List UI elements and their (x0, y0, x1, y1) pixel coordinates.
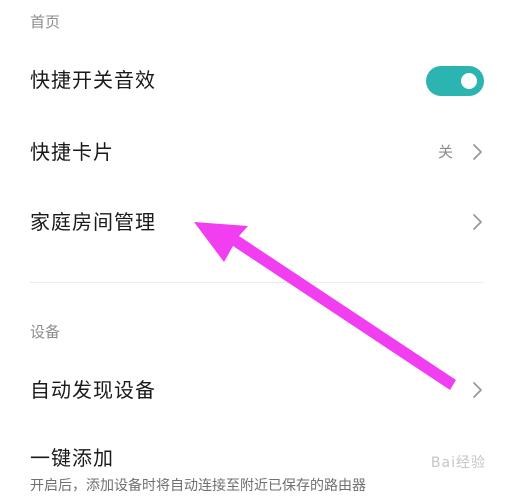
row-home-room-management[interactable]: 家庭房间管理 (0, 190, 508, 254)
watermark: Bai经验 (430, 455, 486, 471)
row-quick-switch-sound[interactable]: 快捷开关音效 (0, 48, 508, 112)
toggle-knob (461, 73, 477, 89)
chevron-right-icon (472, 213, 484, 231)
one-click-add-description: 开启后，添加设备时将自动连接至附近已保存的路由器 (30, 478, 366, 494)
row-quick-cards[interactable]: 快捷卡片 关 (0, 120, 508, 184)
chevron-right-icon (472, 143, 484, 161)
row-label: 自动发现设备 (30, 378, 156, 402)
row-label: 快捷开关音效 (30, 68, 156, 92)
row-label: 家庭房间管理 (30, 210, 156, 234)
section-header-home: 首页 (30, 13, 61, 31)
row-label: 快捷卡片 (30, 140, 114, 164)
quick-switch-sound-toggle[interactable] (426, 66, 484, 96)
chevron-right-icon (472, 381, 484, 399)
quick-cards-value: 关 (437, 143, 453, 161)
section-header-device: 设备 (30, 323, 61, 341)
section-divider (30, 282, 484, 283)
row-label: 一键添加 (30, 446, 114, 470)
settings-screen: 首页 快捷开关音效 快捷卡片 关 家庭房间管理 设备 自动发现设备 一键添加 开… (0, 0, 508, 499)
row-auto-discover-devices[interactable]: 自动发现设备 (0, 358, 508, 422)
